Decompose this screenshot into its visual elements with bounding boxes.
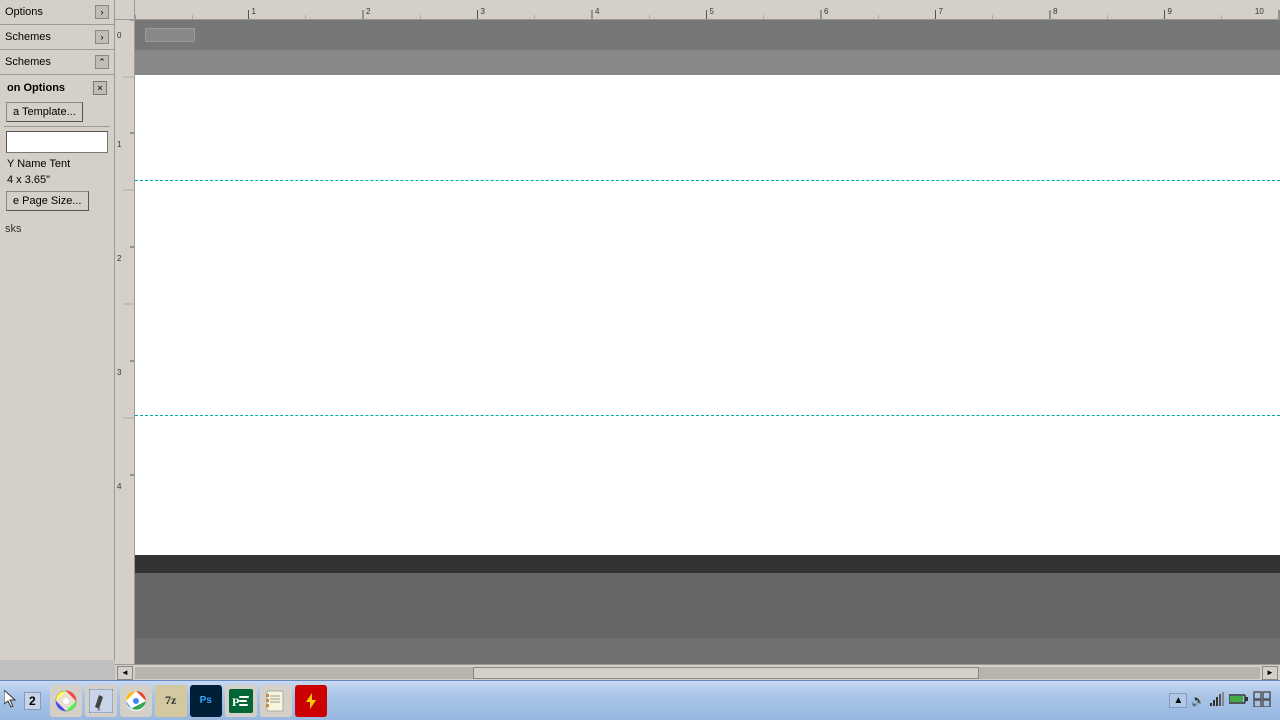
section-options-header[interactable]: Options › xyxy=(0,2,114,22)
section-options: Options › xyxy=(0,0,114,25)
doc-white-area xyxy=(135,75,1280,555)
section-schemes2-header[interactable]: Schemes ⌃ xyxy=(0,52,114,72)
taskbar: 2 xyxy=(0,680,1280,720)
tasks-label: sks xyxy=(5,223,22,235)
battery-icon[interactable] xyxy=(1229,693,1249,708)
badge-number: 2 xyxy=(24,692,41,710)
vertical-ruler: 0 1 2 3 4 xyxy=(115,20,135,664)
creation-options-section: on Options × a Template... Y Name Tent 4… xyxy=(0,75,114,218)
svg-text:2: 2 xyxy=(366,7,371,16)
template-name-line2: 4 x 3.65" xyxy=(2,172,112,188)
taskbar-apps: 7z Ps P xyxy=(50,685,327,717)
ruler-h-track: 1 2 3 4 5 6 7 8 xyxy=(135,0,1280,19)
doc-gray-header xyxy=(135,20,1280,75)
template-button[interactable]: a Template... xyxy=(6,102,83,122)
scroll-right-arrow[interactable]: ► xyxy=(1262,666,1278,680)
taskbar-icon-7zip[interactable]: 7z xyxy=(155,685,187,717)
guide-line-2 xyxy=(135,415,1280,416)
svg-text:10: 10 xyxy=(1255,7,1264,16)
svg-text:7: 7 xyxy=(939,7,944,16)
scroll-thumb[interactable] xyxy=(473,667,979,679)
network-icon[interactable] xyxy=(1209,691,1225,710)
scroll-left-arrow[interactable]: ◄ xyxy=(117,666,133,680)
canvas-wrapper: 0 1 2 3 4 xyxy=(115,20,1280,664)
svg-text:1: 1 xyxy=(252,7,257,16)
svg-text:3: 3 xyxy=(117,368,122,377)
status-icon-right xyxy=(1253,691,1271,710)
svg-text:0: 0 xyxy=(117,31,122,40)
ruler-corner xyxy=(115,0,135,20)
cursor-icon xyxy=(4,690,22,712)
section-options-collapse[interactable]: › xyxy=(95,5,109,19)
speaker-icon[interactable]: 🔊 xyxy=(1191,694,1205,707)
section-options-label: Options xyxy=(5,6,43,18)
section-schemes1: Schemes › xyxy=(0,25,114,50)
template-name-input[interactable] xyxy=(6,131,108,153)
taskbar-icon-address-book[interactable] xyxy=(260,685,292,717)
section-schemes2-collapse[interactable]: ⌃ xyxy=(95,55,109,69)
section-schemes2-label: Schemes xyxy=(5,56,51,68)
section-schemes1-label: Schemes xyxy=(5,31,51,43)
taskbar-icon-flash[interactable] xyxy=(295,685,327,717)
guide-line-1 xyxy=(135,180,1280,181)
taskbar-icon-photoshop[interactable]: Ps xyxy=(190,685,222,717)
taskbar-icon-stylus[interactable] xyxy=(85,685,117,717)
page-size-button[interactable]: e Page Size... xyxy=(6,191,89,211)
svg-text:9: 9 xyxy=(1168,7,1173,16)
cursor-badge-area: 2 xyxy=(4,690,41,712)
taskbar-icon-publisher[interactable]: P xyxy=(225,685,257,717)
svg-text:8: 8 xyxy=(1053,7,1058,16)
ruler-v-svg: 0 1 2 3 4 xyxy=(115,20,135,640)
section-schemes1-collapse[interactable]: › xyxy=(95,30,109,44)
document-scroll-area[interactable] xyxy=(135,20,1280,664)
taskbar-icon-chrome[interactable] xyxy=(120,685,152,717)
svg-text:P: P xyxy=(232,695,239,709)
ruler-h-svg: 1 2 3 4 5 6 7 8 xyxy=(135,0,1280,19)
svg-text:4: 4 xyxy=(117,482,122,491)
divider-1 xyxy=(4,126,110,127)
show-hidden-icons[interactable]: ▲ xyxy=(1169,693,1187,708)
svg-text:6: 6 xyxy=(824,7,829,16)
creation-options-header: on Options × xyxy=(2,79,112,99)
template-name-line1: Y Name Tent xyxy=(2,156,112,172)
creation-options-close[interactable]: × xyxy=(93,81,107,95)
app-window: Options › Schemes › Schemes ⌃ xyxy=(0,0,1280,720)
content-area: Options › Schemes › Schemes ⌃ xyxy=(0,0,1280,680)
svg-text:3: 3 xyxy=(481,7,486,16)
svg-text:2: 2 xyxy=(117,254,122,263)
taskbar-icon-color-wheel[interactable] xyxy=(50,685,82,717)
scroll-track[interactable] xyxy=(135,667,1260,679)
left-panel: Options › Schemes › Schemes ⌃ xyxy=(0,0,115,660)
document-container xyxy=(135,20,1280,664)
tasks-area: sks xyxy=(0,218,114,660)
doc-gray-footer xyxy=(135,573,1280,638)
scrollbar-horizontal: ◄ ► xyxy=(115,664,1280,680)
doc-separator-bar xyxy=(135,555,1280,573)
creation-options-title: on Options xyxy=(7,82,65,94)
section-schemes2: Schemes ⌃ xyxy=(0,50,114,75)
svg-text:5: 5 xyxy=(710,7,715,16)
horizontal-ruler: 1 2 3 4 5 6 7 8 xyxy=(115,0,1280,20)
editor-area: 1 2 3 4 5 6 7 8 xyxy=(115,0,1280,680)
taskbar-system-tray: ▲ 🔊 xyxy=(1169,691,1276,710)
svg-text:4: 4 xyxy=(595,7,600,16)
section-schemes1-header[interactable]: Schemes › xyxy=(0,27,114,47)
svg-text:1: 1 xyxy=(117,140,122,149)
